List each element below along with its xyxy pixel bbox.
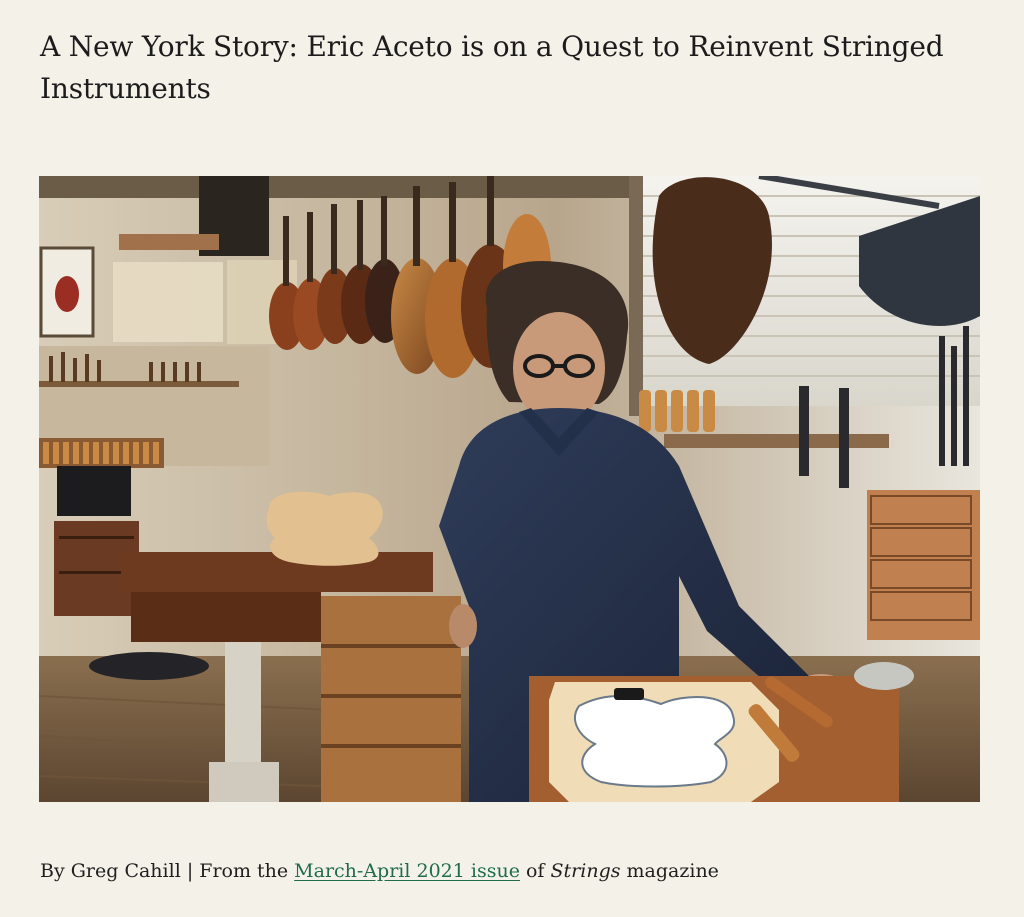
magazine-name: Strings [550, 860, 621, 882]
article-title: A New York Story: Eric Aceto is on a Que… [40, 30, 944, 105]
byline-prefix: By Greg Cahill | From the [40, 860, 295, 882]
byline-of: of [519, 860, 551, 882]
article-photo [39, 176, 980, 802]
issue-link[interactable]: March-April 2021 issue [294, 860, 520, 882]
article-page: A New York Story: Eric Aceto is on a Que… [0, 0, 1024, 917]
article-byline: By Greg Cahill | From the March-April 20… [40, 858, 719, 884]
byline-suffix: magazine [620, 860, 719, 882]
workshop-photo-illustration [39, 176, 980, 802]
